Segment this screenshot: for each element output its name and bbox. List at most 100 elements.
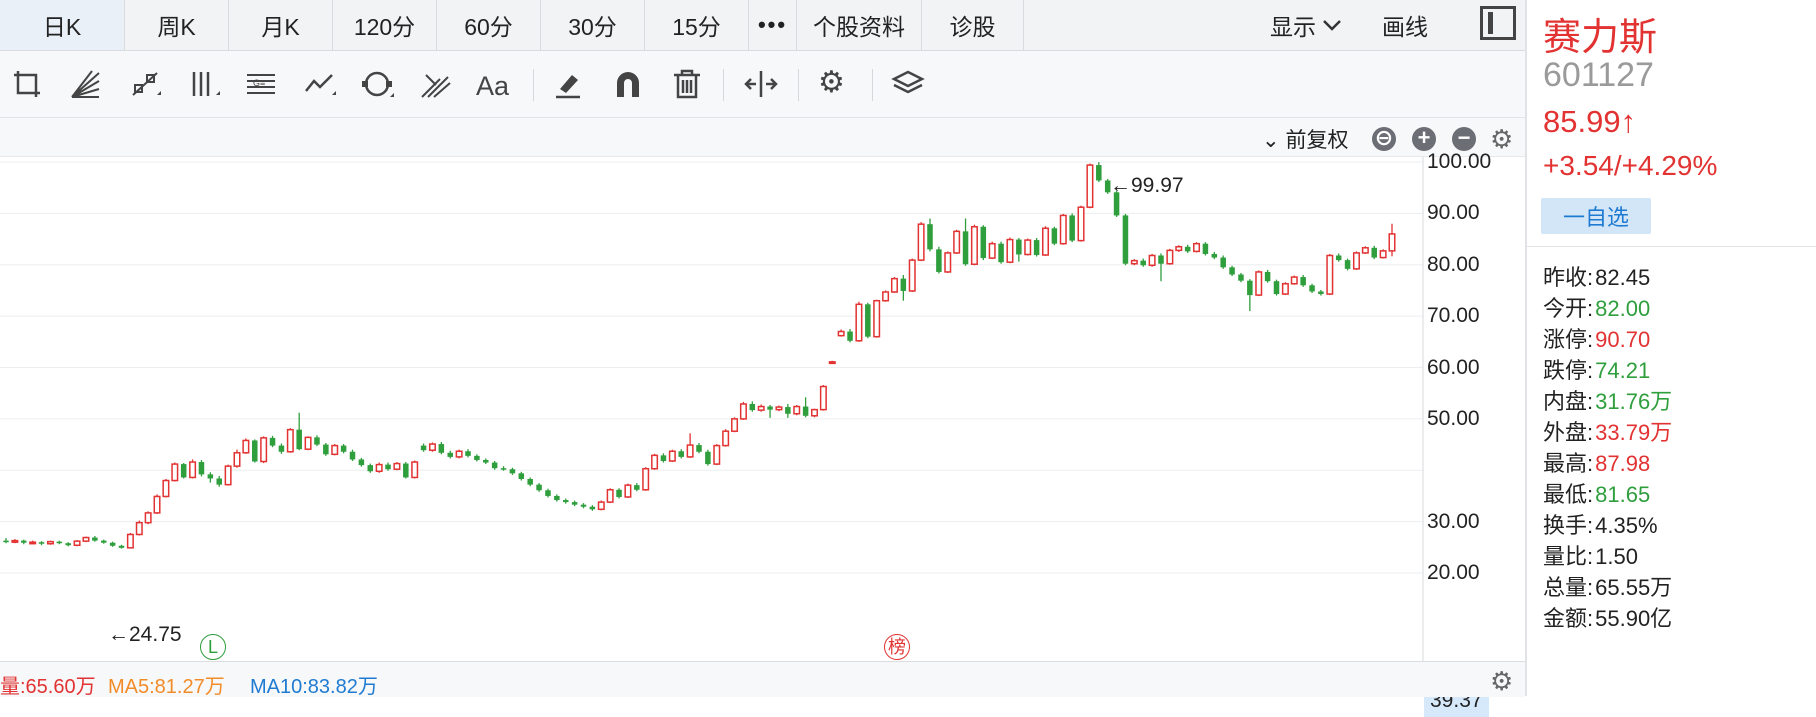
zoom-out-icon[interactable]: ⊖: [1372, 127, 1396, 151]
candle[interactable]: [1290, 275, 1298, 285]
candle[interactable]: [385, 462, 391, 471]
candle[interactable]: [11, 539, 19, 544]
fan-lines-icon[interactable]: [67, 67, 103, 101]
candle[interactable]: [1122, 213, 1129, 266]
measure-icon[interactable]: [743, 67, 779, 101]
candle[interactable]: [953, 229, 961, 254]
candle[interactable]: [1148, 253, 1156, 267]
candle[interactable]: [65, 542, 71, 547]
candle[interactable]: [1361, 246, 1369, 254]
tab-weekly-k[interactable]: 周K: [125, 0, 229, 50]
candle[interactable]: [668, 449, 676, 463]
candle[interactable]: [944, 251, 952, 273]
tab-60min[interactable]: 60分: [437, 0, 541, 50]
candle[interactable]: [233, 449, 241, 468]
candle[interactable]: [660, 453, 667, 463]
magnet-icon[interactable]: [610, 67, 646, 101]
candle[interactable]: [1051, 226, 1058, 246]
trash-icon[interactable]: [669, 67, 705, 101]
candle[interactable]: [331, 444, 339, 456]
candle[interactable]: [785, 403, 791, 418]
candle[interactable]: [1388, 223, 1396, 257]
panel-toggle-icon[interactable]: [1480, 6, 1516, 40]
candle[interactable]: [1175, 245, 1183, 252]
candle[interactable]: [713, 444, 721, 466]
candle[interactable]: [1130, 259, 1138, 266]
pitchfork-icon[interactable]: [418, 67, 454, 101]
candle[interactable]: [1166, 248, 1174, 265]
zoom-in-icon[interactable]: +: [1412, 127, 1436, 151]
tab-diagnosis[interactable]: 诊股: [922, 0, 1024, 50]
candle[interactable]: [455, 449, 463, 459]
candle[interactable]: [340, 444, 347, 454]
candle[interactable]: [1096, 162, 1102, 183]
tab-30min[interactable]: 30分: [541, 0, 645, 50]
candle[interactable]: [162, 478, 170, 498]
candle[interactable]: [1059, 213, 1067, 245]
candle[interactable]: [393, 462, 401, 471]
candle[interactable]: [1309, 283, 1315, 294]
candle[interactable]: [837, 329, 845, 337]
candle[interactable]: [793, 405, 801, 416]
gear-icon[interactable]: ⚙: [818, 65, 854, 99]
candle[interactable]: [1006, 237, 1014, 264]
candle[interactable]: [678, 449, 684, 459]
candle[interactable]: [1193, 242, 1201, 253]
candle[interactable]: [722, 429, 730, 447]
candle[interactable]: [428, 442, 436, 452]
candle[interactable]: [474, 454, 480, 462]
price-adjust-dropdown[interactable]: ⌄ 前复权: [1262, 124, 1348, 154]
candle[interactable]: [1229, 265, 1235, 277]
candle[interactable]: [998, 241, 1004, 264]
candle[interactable]: [962, 218, 969, 266]
candle[interactable]: [260, 436, 268, 464]
candle[interactable]: [616, 488, 622, 499]
candle[interactable]: [1238, 272, 1244, 283]
candle[interactable]: [1352, 251, 1360, 270]
candle[interactable]: [1247, 279, 1253, 311]
tab-15min[interactable]: 15分: [645, 0, 749, 50]
candle[interactable]: [286, 428, 294, 453]
candle[interactable]: [153, 494, 161, 514]
candle[interactable]: [1158, 253, 1164, 282]
candle[interactable]: [642, 467, 650, 491]
candle[interactable]: [545, 488, 551, 498]
minus-icon[interactable]: −: [1452, 127, 1476, 151]
candle[interactable]: [873, 299, 881, 338]
candle[interactable]: [375, 462, 383, 473]
candle[interactable]: [686, 433, 694, 458]
candle[interactable]: [927, 218, 933, 252]
candle[interactable]: [571, 500, 578, 507]
candle[interactable]: [1033, 238, 1040, 257]
candle[interactable]: [908, 258, 916, 292]
candle[interactable]: [82, 536, 90, 543]
candle[interactable]: [252, 439, 258, 463]
candle[interactable]: [198, 459, 205, 477]
candle[interactable]: [1077, 205, 1085, 242]
candle[interactable]: [367, 463, 374, 473]
candle[interactable]: [447, 450, 453, 459]
candle[interactable]: [597, 500, 605, 511]
candle[interactable]: [705, 449, 711, 466]
candle[interactable]: [518, 471, 525, 481]
volume-settings-icon[interactable]: ⚙: [1490, 666, 1513, 697]
candle[interactable]: [296, 412, 302, 451]
candle[interactable]: [509, 467, 516, 475]
candle[interactable]: [554, 494, 560, 502]
candle[interactable]: [491, 461, 498, 470]
candle[interactable]: [1041, 226, 1050, 257]
candle[interactable]: [304, 436, 312, 451]
candle[interactable]: [624, 483, 632, 498]
candle[interactable]: [696, 443, 702, 454]
candle[interactable]: [757, 404, 765, 412]
candle[interactable]: [3, 538, 9, 544]
tab-120min[interactable]: 120分: [333, 0, 437, 50]
candle[interactable]: [731, 417, 739, 433]
candle[interactable]: [216, 475, 222, 487]
bang-marker[interactable]: 榜: [884, 634, 910, 660]
candle[interactable]: [988, 241, 996, 260]
layers-icon[interactable]: [890, 67, 926, 101]
candle[interactable]: [1211, 251, 1218, 260]
chart-settings-icon[interactable]: ⚙: [1490, 124, 1513, 155]
candle[interactable]: [882, 290, 890, 302]
